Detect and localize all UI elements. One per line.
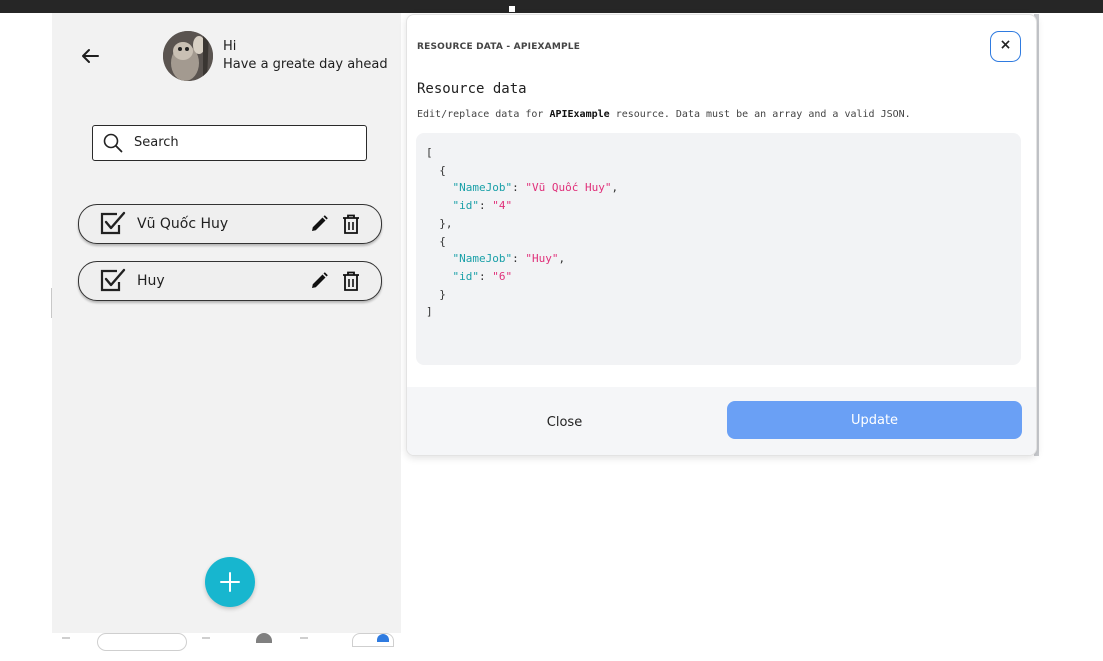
close-button[interactable]: Close: [497, 403, 632, 441]
resource-name: APIExample: [549, 109, 610, 120]
task-label: Huy: [137, 273, 165, 289]
search-placeholder: Search: [134, 135, 179, 150]
task-label: Vũ Quốc Huy: [137, 216, 229, 232]
todo-app-panel: [52, 13, 401, 633]
pencil-icon[interactable]: [309, 271, 329, 291]
list-item[interactable]: Vũ Quốc Huy: [78, 204, 382, 244]
back-button[interactable]: [78, 44, 102, 68]
bottom-tick: [202, 637, 210, 639]
close-icon: ×: [999, 37, 1012, 53]
bottom-tick: [62, 637, 70, 639]
json-editor[interactable]: [ { "NameJob": "Vũ Quốc Huy", "id": "4" …: [416, 133, 1021, 365]
close-modal-button[interactable]: ×: [990, 31, 1021, 62]
trash-icon[interactable]: [341, 213, 361, 235]
avatar: [163, 31, 213, 81]
trash-icon[interactable]: [341, 270, 361, 292]
pencil-icon[interactable]: [309, 214, 329, 234]
modal-title: RESOURCE DATA - APIEXAMPLE: [417, 42, 581, 52]
add-task-button[interactable]: [205, 557, 255, 607]
list-item[interactable]: Huy: [78, 261, 382, 301]
topbar-marker: [509, 6, 515, 12]
bottom-pill-control[interactable]: [97, 633, 187, 651]
checkbox-checked-icon[interactable]: [98, 211, 126, 237]
greeting-subtitle: Have a greate day ahead: [223, 57, 388, 72]
update-button[interactable]: Update: [727, 401, 1022, 439]
search-icon: [103, 133, 123, 153]
arrow-left-icon: [82, 49, 99, 63]
bottom-tick: [300, 637, 308, 639]
json-code: [ { "NameJob": "Vũ Quốc Huy", "id": "4" …: [426, 146, 619, 319]
greeting-title: Hi: [223, 39, 237, 54]
search-input[interactable]: Search: [92, 125, 367, 161]
top-window-bar: [0, 0, 1103, 13]
modal-footer: Close Update: [407, 387, 1036, 455]
toggle-knob[interactable]: [256, 633, 272, 643]
plus-icon: [220, 572, 240, 592]
bottom-controls: [52, 633, 401, 661]
resource-heading: Resource data: [417, 81, 527, 97]
toggle-switch[interactable]: [352, 633, 394, 647]
checkbox-checked-icon[interactable]: [98, 268, 126, 294]
resource-data-modal: RESOURCE DATA - APIEXAMPLE × Resource da…: [406, 14, 1037, 456]
resource-description: Edit/replace data for APIExample resourc…: [417, 109, 911, 120]
